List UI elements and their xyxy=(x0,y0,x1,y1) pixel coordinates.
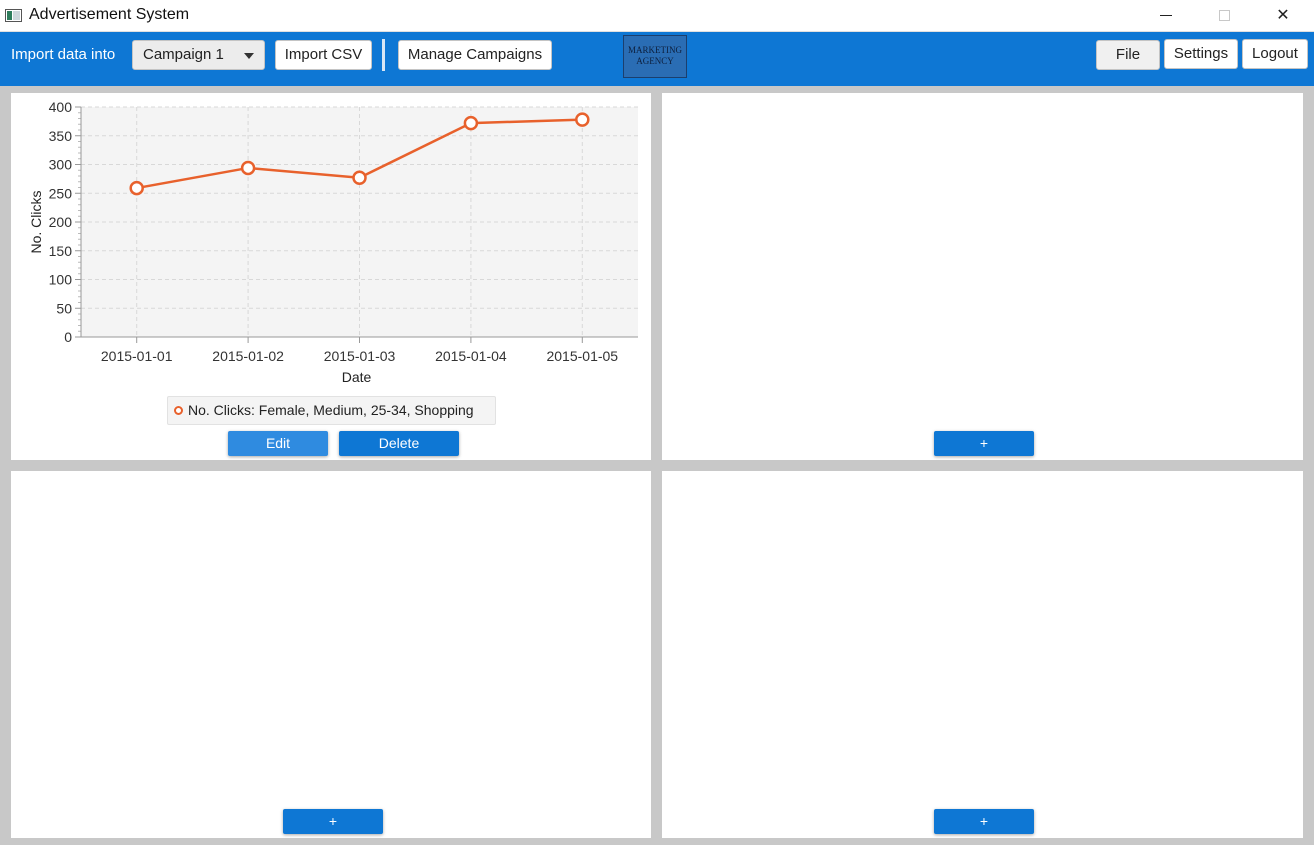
campaign-select[interactable]: Campaign 1 xyxy=(132,40,265,70)
data-point xyxy=(129,180,144,196)
maximize-button[interactable] xyxy=(1195,0,1253,32)
edit-chart-button[interactable]: Edit xyxy=(228,431,328,456)
add-chart-button[interactable]: + xyxy=(283,809,383,834)
logout-button[interactable]: Logout xyxy=(1242,39,1308,69)
minimize-button[interactable] xyxy=(1137,0,1195,32)
marketing-agency-logo: MARKETING AGENCY xyxy=(623,35,687,78)
chart-panel-1: 0 50 100 150 200 250 300 350 400 2015-01-01 2015-0… xyxy=(11,93,651,460)
add-chart-button[interactable]: + xyxy=(934,431,1034,456)
legend-label: No. Clicks: Female, Medium, 25-34, Shopp… xyxy=(188,402,474,418)
minimize-icon xyxy=(1160,15,1172,17)
import-data-label: Import data into xyxy=(11,46,116,63)
file-menu-button[interactable]: File xyxy=(1096,40,1160,70)
x-tick-label: 2015-01-03 xyxy=(324,348,396,364)
delete-chart-button[interactable]: Delete xyxy=(339,431,459,456)
chart-legend: No. Clicks: Female, Medium, 25-34, Shopp… xyxy=(167,396,496,425)
logo-line-1: MARKETING xyxy=(628,45,682,55)
data-point xyxy=(463,115,479,131)
x-tick-label: 2015-01-05 xyxy=(546,348,618,364)
y-tick-label: 150 xyxy=(49,243,73,259)
y-axis-label: No. Clicks xyxy=(28,190,44,253)
data-point xyxy=(352,170,367,185)
app-window: Advertisement System ✕ Import data into … xyxy=(0,0,1314,845)
chart-panel-3: + xyxy=(11,471,651,838)
data-point xyxy=(575,112,590,127)
clicks-line-chart: 0 50 100 150 200 250 300 350 400 2015-01-01 2015-0… xyxy=(28,99,638,385)
y-tick-label: 250 xyxy=(49,185,73,201)
y-tick-label: 0 xyxy=(64,329,72,345)
close-button[interactable]: ✕ xyxy=(1254,0,1312,32)
add-chart-button[interactable]: + xyxy=(934,809,1034,834)
import-csv-button[interactable]: Import CSV xyxy=(275,40,372,70)
y-tick-label: 400 xyxy=(49,99,73,115)
chevron-down-icon xyxy=(244,53,254,59)
chart-panel-2: + xyxy=(662,93,1303,460)
y-tick-label: 300 xyxy=(49,157,73,173)
app-icon xyxy=(5,9,22,22)
window-title: Advertisement System xyxy=(29,6,190,23)
logo-line-2: AGENCY xyxy=(636,56,674,66)
x-axis-label: Date xyxy=(342,369,372,385)
x-tick-label: 2015-01-02 xyxy=(212,348,284,364)
legend-marker-icon xyxy=(174,406,183,415)
x-tick-label: 2015-01-01 xyxy=(101,348,173,364)
x-tick-label: 2015-01-04 xyxy=(435,348,507,364)
title-bar: Advertisement System ✕ xyxy=(0,0,1314,32)
toolbar: Import data into Campaign 1 Import CSV M… xyxy=(0,32,1314,86)
close-icon: ✕ xyxy=(1276,7,1290,24)
y-tick-label: 350 xyxy=(49,128,73,144)
manage-campaigns-button[interactable]: Manage Campaigns xyxy=(398,40,552,70)
chart-panel-4: + xyxy=(662,471,1303,838)
data-point xyxy=(240,160,256,176)
y-tick-label: 200 xyxy=(49,214,73,230)
y-tick-label: 100 xyxy=(49,272,73,288)
toolbar-separator xyxy=(382,39,385,71)
y-tick-label: 50 xyxy=(56,300,72,316)
settings-button[interactable]: Settings xyxy=(1164,39,1238,69)
maximize-icon xyxy=(1218,10,1230,22)
campaign-select-value: Campaign 1 xyxy=(143,46,224,63)
